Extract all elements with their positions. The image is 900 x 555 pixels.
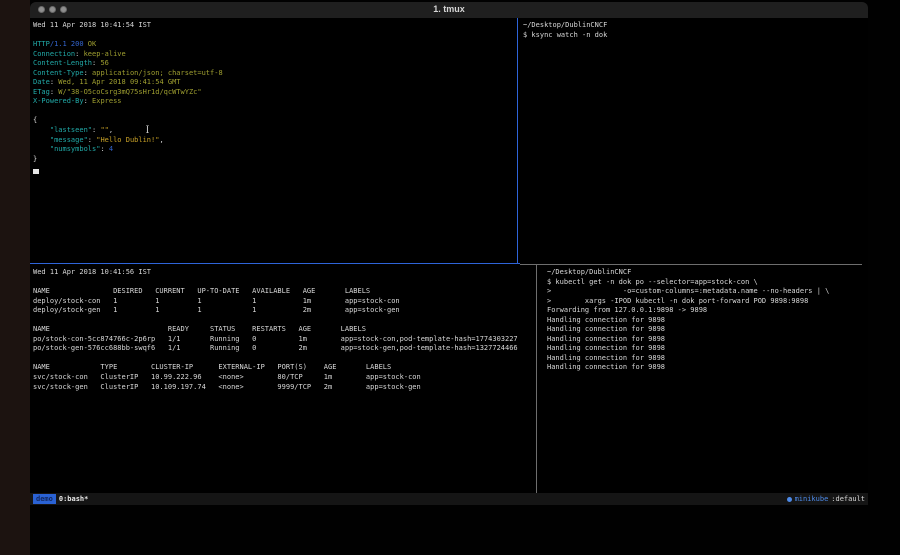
command-line: $ ksync watch -n dok [523,31,863,41]
blank-line [33,278,533,288]
output-line: Handling connection for 9898 [547,325,865,335]
kube-context: minikube [795,495,829,503]
desktop: 1. tmux Wed 11 Apr 2018 10:41:54 IST HTT… [0,0,900,555]
http-header-line: Content-Type: application/json; charset=… [33,69,513,79]
deploy-row: deploy/stock-gen 1 1 1 1 2m app=stock-ge… [33,306,533,316]
timestamp-line: Wed 11 Apr 2018 10:41:54 IST [33,21,513,31]
json-indent [33,126,50,134]
json-field-line: "message": "Hello Dublin!", [33,136,513,146]
json-comma: , [159,136,163,144]
json-key: "message" [50,136,88,144]
deploy-table-header: NAME DESIRED CURRENT UP-TO-DATE AVAILABL… [33,287,533,297]
pane-divider-vertical-inactive[interactable] [536,265,537,493]
json-key: "lastseen" [50,126,92,134]
header-value: W/"38-O5coCsrg3mQ75sHr1d/qcWTwYZc" [58,88,201,96]
header-name: X-Powered-By [33,97,84,105]
output-line: Handling connection for 9898 [547,335,865,345]
header-value: keep-alive [84,50,126,58]
json-close-brace: } [33,155,513,165]
pod-row: po/stock-gen-576cc688bb-swqf6 1/1 Runnin… [33,344,533,354]
header-value: Wed, 11 Apr 2018 09:41:54 GMT [58,78,180,86]
blank-line [33,354,533,364]
output-line: Handling connection for 9898 [547,316,865,326]
blank-line [33,316,533,326]
output-line: Handling connection for 9898 [547,344,865,354]
kube-namespace: :default [831,495,865,503]
desktop-edge [0,0,30,555]
header-name: Content-Type [33,69,84,77]
mouse-text-cursor-icon: I [144,125,151,136]
json-string-value: "Hello Dublin!" [96,136,159,144]
header-sep: : [75,50,83,58]
kubernetes-icon [787,497,792,502]
http-header-line: Connection: keep-alive [33,50,513,60]
http-header-line: Date: Wed, 11 Apr 2018 09:41:54 GMT [33,78,513,88]
http-status-text: OK [88,40,96,48]
deploy-row: deploy/stock-con 1 1 1 1 1m app=stock-co… [33,297,533,307]
window-titlebar[interactable]: 1. tmux [30,2,868,19]
http-protocol: HTTP [33,40,50,48]
svc-table-header: NAME TYPE CLUSTER-IP EXTERNAL-IP PORT(S)… [33,363,533,373]
command-line: $ kubectl get -n dok po --selector=app=s… [547,278,865,288]
http-header-line: Content-Length: 56 [33,59,513,69]
terminal-cursor [33,169,39,174]
window-title: 1. tmux [30,4,868,14]
pane-kubectl-resources[interactable]: Wed 11 Apr 2018 10:41:56 IST NAME DESIRE… [33,268,533,392]
output-line: Handling connection for 9898 [547,363,865,373]
header-value: 56 [100,59,108,67]
json-comma: , [109,126,113,134]
http-version-status: /1.1 200 [50,40,88,48]
blank-line [33,107,513,117]
http-status-line: HTTP/1.1 200 OK [33,40,513,50]
http-header-line: ETag: W/"38-O5coCsrg3mQ75sHr1d/qcWTwYZc" [33,88,513,98]
header-name: Connection [33,50,75,58]
svc-row: svc/stock-gen ClusterIP 10.109.197.74 <n… [33,383,533,393]
pane-divider-horizontal-active[interactable] [30,263,520,264]
pane-ksync[interactable]: ~/Desktop/DublinCNCF $ ksync watch -n do… [523,21,863,40]
header-name: Content-Length [33,59,92,67]
header-value: Express [92,97,122,105]
pane-divider-horizontal-inactive[interactable] [520,264,862,265]
header-name: ETag [33,88,50,96]
window-tab-active[interactable]: 0:bash* [59,495,89,503]
blank-line [33,31,513,41]
pane-divider-vertical-active[interactable] [517,18,518,264]
pod-row: po/stock-con-5cc874766c-2p6rp 1/1 Runnin… [33,335,533,345]
pane-http-response[interactable]: Wed 11 Apr 2018 10:41:54 IST HTTP/1.1 20… [33,21,513,164]
output-line: Forwarding from 127.0.0.1:9898 -> 9898 [547,306,865,316]
json-key: "numsymbols" [50,145,101,153]
header-sep: : [84,69,92,77]
pod-table-header: NAME READY STATUS RESTARTS AGE LABELS [33,325,533,335]
json-field-line: "lastseen": "", [33,126,513,136]
json-string-value: "" [100,126,108,134]
command-continuation: > -o=custom-columns=:metadata.name --no-… [547,287,865,297]
json-indent [33,145,50,153]
command-continuation: > xargs -IPOD kubectl -n dok port-forwar… [547,297,865,307]
cwd-line: ~/Desktop/DublinCNCF [523,21,863,31]
json-field-line: "numsymbols": 4 [33,145,513,155]
json-indent [33,136,50,144]
timestamp-line: Wed 11 Apr 2018 10:41:56 IST [33,268,533,278]
header-sep: : [84,97,92,105]
http-header-line: X-Powered-By: Express [33,97,513,107]
output-line: Handling connection for 9898 [547,354,865,364]
tmux-status-bar: demo 0:bash* minikube:default [30,493,868,505]
svc-row: svc/stock-con ClusterIP 10.99.222.96 <no… [33,373,533,383]
json-open-brace: { [33,116,513,126]
json-number-value: 4 [109,145,113,153]
header-name: Date [33,78,50,86]
json-sep: : [100,145,108,153]
cwd-line: ~/Desktop/DublinCNCF [547,268,865,278]
tmux-terminal: Wed 11 Apr 2018 10:41:54 IST HTTP/1.1 20… [30,18,868,493]
terminal-window[interactable]: 1. tmux Wed 11 Apr 2018 10:41:54 IST HTT… [30,2,868,505]
json-sep: : [88,136,96,144]
header-value: application/json; charset=utf-8 [92,69,223,77]
pane-port-forward[interactable]: ~/Desktop/DublinCNCF $ kubectl get -n do… [547,268,865,373]
session-name-badge: demo [33,494,56,504]
